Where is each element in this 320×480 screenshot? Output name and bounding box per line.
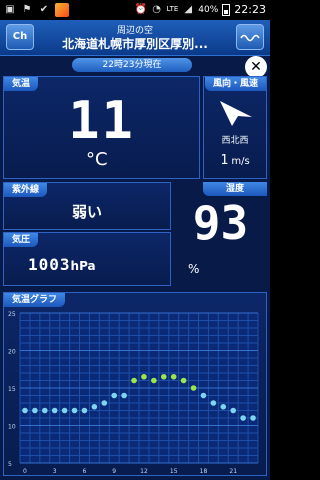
temperature-label: 気温 [4,77,39,91]
humidity-value: 93 [192,196,249,250]
uv-label: 紫外線 [4,183,48,197]
y-tick-label: 20 [8,349,16,356]
flag-icon: ⚑ [22,4,32,15]
pressure-value: 1003 [28,255,71,274]
uv-value: 弱い [71,203,102,221]
temperature-point [22,407,28,414]
pressure-unit: hPa [70,259,96,273]
temperature-point [32,407,38,414]
battery-icon [222,3,231,16]
wave-icon [240,34,260,42]
wind-panel: 風向・風速 西北西 1 m/s [203,76,267,179]
temperature-chart: 5 10 15 20 25 0 3 6 9 12 15 18 21 [8,311,259,475]
temperature-value: 11 [68,91,135,151]
channel-button[interactable]: Ch [6,24,34,50]
app-notification-icon [55,3,69,17]
x-tick-label: 3 [53,468,57,475]
wind-label: 風向・風速 [204,77,266,91]
temperature-point [220,403,227,410]
humidity-label: 湿度 [203,182,267,196]
close-icon: ✕ [250,59,262,75]
temperature-point [200,392,207,399]
wifi-icon: ◔ [152,3,161,15]
temperature-point [71,407,78,414]
pressure-label: 気圧 [4,233,39,247]
battery-percent: 40% [198,4,219,15]
temperature-point [51,407,58,414]
uv-panel: 紫外線 弱い [3,182,171,230]
temperature-point [131,377,137,384]
temperature-point [91,403,98,410]
time-banner: 22時23分現在 [72,58,192,72]
temperature-point [170,373,177,380]
temperature-point [121,392,127,399]
wind-speed: 1 m/s [204,153,266,168]
y-tick-label: 10 [8,424,16,431]
wind-speed-value: 1 [220,153,229,168]
graph-label: 気温グラフ [4,293,66,307]
temperature-point [190,385,197,391]
x-tick-label: 18 [200,468,208,475]
wind-speed-unit: m/s [231,156,250,167]
pressure-panel: 気圧 1003hPa [3,232,171,286]
wind-direction: 西北西 [221,136,249,146]
x-tick-label: 12 [140,468,148,475]
x-tick-label: 0 [23,468,27,475]
humidity-unit: % [188,262,200,276]
screen: ▣ ⚑ ✔ ⏰ ◔ LTE ◢ 40% 22:23 Ch 周辺の空 北海道札幌市… [0,0,270,480]
temperature-point [240,415,246,421]
location-title: 北海道札幌市厚別区厚別... [62,37,208,51]
status-clock: 22:23 [234,3,266,16]
y-tick-label: 25 [8,311,16,318]
y-tick-label: 5 [8,461,12,468]
temperature-point [111,392,118,399]
temperature-point [180,377,187,384]
x-tick-label: 6 [83,468,87,475]
app-header: Ch 周辺の空 北海道札幌市厚別区厚別... [0,20,270,56]
humidity-panel: 湿度 93 % [174,182,267,286]
x-tick-label: 9 [112,468,116,475]
x-tick-label: 15 [170,468,178,475]
temperature-unit: °C [86,149,108,170]
network-type: LTE [166,5,179,13]
y-tick-label: 15 [8,386,16,393]
pressure-reading: 1003hPa [28,255,96,274]
close-button[interactable]: ✕ [245,56,267,78]
wave-button[interactable] [236,24,264,50]
checkmark-icon: ✔ [39,4,49,15]
temperature-point [151,377,157,384]
temperature-point [81,407,88,414]
x-tick-label: 21 [229,468,237,475]
temperature-point [61,407,68,414]
alarm-icon: ⏰ [134,3,148,15]
temperature-point [230,407,237,414]
signal-icon: ◢ [184,3,193,15]
temperature-point [250,415,256,421]
temperature-point [41,407,48,414]
temperature-panel: 気温 11 °C [3,76,200,179]
status-bar: ▣ ⚑ ✔ ⏰ ◔ LTE ◢ 40% 22:23 [0,0,270,20]
temperature-point [141,373,147,380]
temperature-point [101,400,108,406]
temperature-graph-panel: 気温グラフ 5 10 15 20 25 0 3 6 9 12 15 18 21 [3,292,267,476]
temperature-point [210,400,217,406]
temperature-point [160,373,167,380]
wind-direction-arrow-icon [220,101,252,126]
photo-icon: ▣ [5,4,15,15]
